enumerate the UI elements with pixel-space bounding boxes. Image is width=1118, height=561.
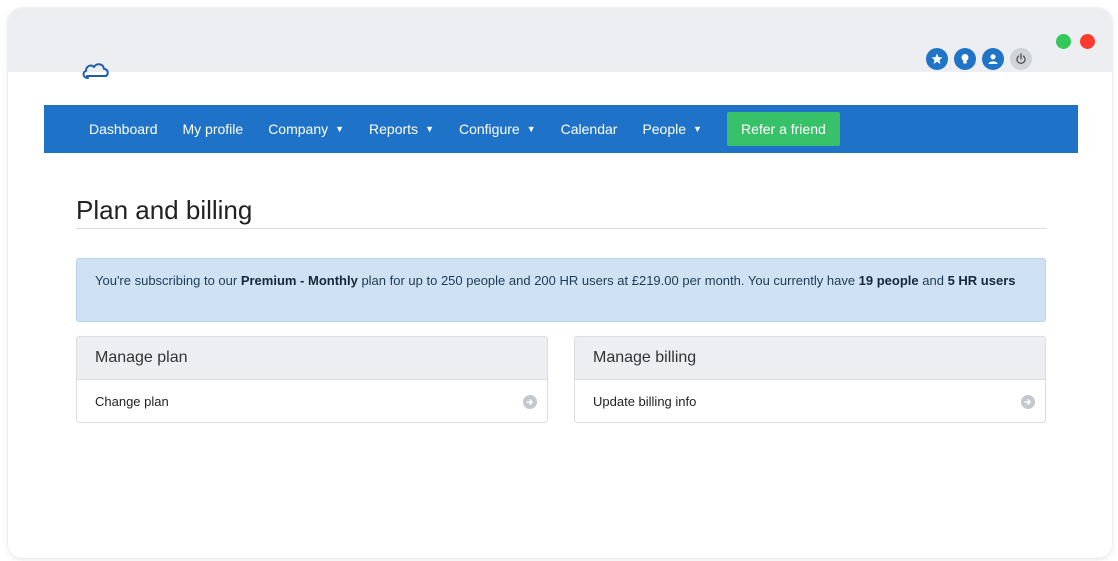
update-billing-info-link[interactable]: Update billing info bbox=[575, 380, 1045, 422]
caret-down-icon: ▼ bbox=[335, 124, 345, 134]
main-navbar: Dashboard My profile Company ▼ Reports ▼ C… bbox=[44, 105, 1078, 153]
nav-configure[interactable]: Configure ▼ bbox=[459, 121, 536, 137]
lightbulb-icon[interactable] bbox=[954, 48, 976, 70]
people-count: 19 people bbox=[858, 273, 919, 288]
close-button[interactable] bbox=[1080, 34, 1095, 49]
title-divider bbox=[76, 228, 1046, 229]
alert-prefix-text: You're subscribing to our bbox=[95, 273, 241, 288]
caret-down-icon: ▼ bbox=[526, 124, 536, 134]
caret-down-icon: ▼ bbox=[693, 124, 702, 134]
nav-people[interactable]: People ▼ bbox=[642, 121, 702, 137]
caret-down-icon: ▼ bbox=[425, 124, 434, 134]
nav-reports[interactable]: Reports ▼ bbox=[369, 121, 434, 137]
arrow-right-circle-icon bbox=[523, 394, 537, 409]
hr-user-count: 5 HR users bbox=[947, 273, 1016, 288]
alert-and-text: and bbox=[918, 273, 948, 288]
cloud-logo-icon[interactable] bbox=[80, 60, 112, 82]
top-icon-group bbox=[926, 48, 1032, 70]
change-plan-label: Change plan bbox=[95, 394, 169, 409]
user-icon[interactable] bbox=[982, 48, 1004, 70]
panel-heading: Manage plan bbox=[77, 337, 547, 380]
nav-calendar[interactable]: Calendar bbox=[561, 121, 618, 137]
page-title: Plan and billing bbox=[76, 195, 253, 225]
manage-billing-panel: Manage billing Update billing info bbox=[574, 336, 1046, 423]
update-billing-info-label: Update billing info bbox=[593, 394, 697, 409]
star-icon[interactable] bbox=[926, 48, 948, 70]
nav-my-profile-label: My profile bbox=[182, 121, 244, 137]
maximize-button[interactable] bbox=[1056, 34, 1071, 49]
nav-my-profile[interactable]: My profile bbox=[183, 121, 244, 137]
power-icon[interactable] bbox=[1010, 48, 1032, 70]
panel-heading: Manage billing bbox=[575, 337, 1045, 380]
manage-plan-panel: Manage plan Change plan bbox=[76, 336, 548, 423]
nav-configure-label: Configure bbox=[458, 121, 520, 137]
plan-name: Premium - Monthly bbox=[240, 273, 358, 288]
change-plan-link[interactable]: Change plan bbox=[77, 380, 547, 422]
nav-calendar-label: Calendar bbox=[560, 121, 618, 137]
refer-a-friend-button[interactable]: Refer a friend bbox=[726, 112, 840, 146]
nav-dashboard-label: Dashboard bbox=[89, 121, 158, 137]
nav-reports-label: Reports bbox=[369, 121, 419, 137]
arrow-right-circle-icon bbox=[1021, 394, 1035, 409]
nav-dashboard[interactable]: Dashboard bbox=[89, 121, 158, 137]
nav-people-label: People bbox=[642, 121, 687, 137]
alert-middle-text: plan for up to 250 people and 200 HR use… bbox=[357, 273, 859, 288]
nav-company-label: Company bbox=[268, 121, 329, 137]
subscription-alert: You're subscribing to our Premium - Mont… bbox=[76, 258, 1046, 322]
nav-company[interactable]: Company ▼ bbox=[268, 121, 344, 137]
